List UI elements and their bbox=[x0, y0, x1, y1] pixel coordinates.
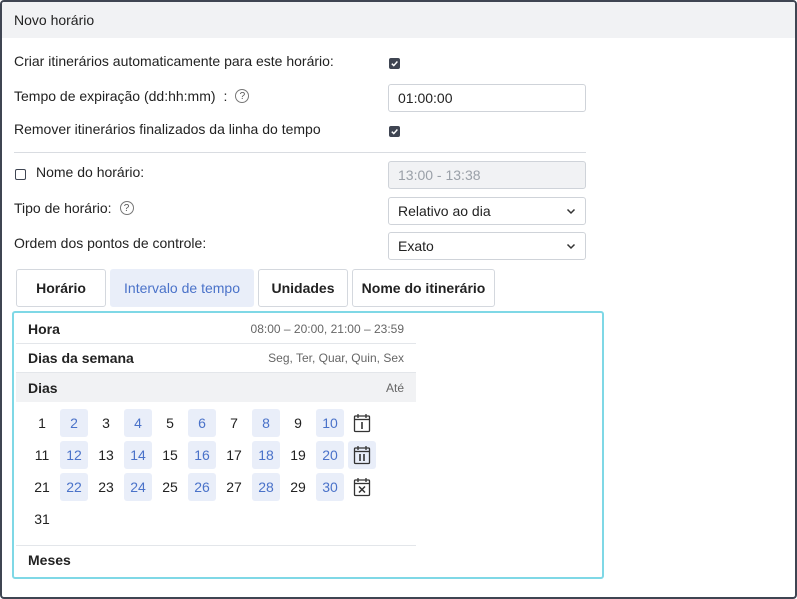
day-16[interactable]: 16 bbox=[188, 441, 216, 469]
schedule-name-checkbox[interactable] bbox=[15, 169, 26, 180]
days-row[interactable]: Dias Até bbox=[16, 373, 416, 402]
day-23[interactable]: 23 bbox=[92, 473, 120, 501]
schedule-name-row: Nome do horário: bbox=[36, 164, 144, 180]
auto-create-row: Criar itinerários automaticamente para e… bbox=[14, 53, 334, 69]
tab-bar: Horário Intervalo de tempo Unidades Nome… bbox=[16, 269, 495, 307]
schedule-name-value: 13:00 - 13:38 bbox=[398, 167, 481, 183]
help-icon[interactable]: ? bbox=[119, 201, 134, 215]
day-10[interactable]: 10 bbox=[316, 409, 344, 437]
months-row[interactable]: Meses bbox=[16, 545, 416, 574]
day-7[interactable]: 7 bbox=[220, 409, 248, 437]
day-14[interactable]: 14 bbox=[124, 441, 152, 469]
day-3[interactable]: 3 bbox=[92, 409, 120, 437]
tab-schedule[interactable]: Horário bbox=[16, 269, 106, 307]
days-value: Até bbox=[385, 380, 404, 395]
day-27[interactable]: 27 bbox=[220, 473, 248, 501]
day-20[interactable]: 20 bbox=[316, 441, 344, 469]
day-9[interactable]: 9 bbox=[284, 409, 312, 437]
time-interval-panel: Hora 08:00 – 20:00, 21:00 – 23:59 Dias d… bbox=[12, 311, 604, 579]
days-label: Dias bbox=[28, 379, 58, 396]
divider bbox=[14, 152, 586, 153]
schedule-type-select[interactable]: Relativo ao dia bbox=[388, 197, 586, 225]
weekdays-value: Seg, Ter, Quar, Quin, Sex bbox=[268, 351, 404, 365]
day-17[interactable]: 17 bbox=[220, 441, 248, 469]
schedule-type-row: Tipo de horário: ? bbox=[14, 200, 134, 216]
auto-create-checkbox[interactable] bbox=[389, 58, 400, 69]
help-icon[interactable]: ? bbox=[235, 89, 250, 103]
day-30[interactable]: 30 bbox=[316, 473, 344, 501]
checkpoint-order-select[interactable]: Exato bbox=[388, 232, 586, 260]
chevron-down-icon bbox=[566, 243, 576, 250]
day-19[interactable]: 19 bbox=[284, 441, 312, 469]
day-13[interactable]: 13 bbox=[92, 441, 120, 469]
tab-route-name[interactable]: Nome do itinerário bbox=[352, 269, 495, 307]
chevron-down-icon bbox=[566, 208, 576, 215]
hour-value: 08:00 – 20:00, 21:00 – 23:59 bbox=[250, 322, 404, 336]
day-25[interactable]: 25 bbox=[156, 473, 184, 501]
day-18[interactable]: 18 bbox=[252, 441, 280, 469]
checkpoint-order-label: Ordem dos pontos de controle: bbox=[14, 235, 207, 251]
calendar-even-icon[interactable] bbox=[348, 441, 376, 469]
hour-row[interactable]: Hora 08:00 – 20:00, 21:00 – 23:59 bbox=[16, 315, 416, 344]
calendar-clear-icon[interactable] bbox=[348, 473, 376, 501]
calendar-odd-icon[interactable] bbox=[348, 409, 376, 437]
day-24[interactable]: 24 bbox=[124, 473, 152, 501]
day-31[interactable]: 31 bbox=[28, 505, 56, 533]
day-26[interactable]: 26 bbox=[188, 473, 216, 501]
expiration-label: Tempo de expiração (dd:hh:mm) bbox=[14, 88, 216, 104]
day-4[interactable]: 4 bbox=[124, 409, 152, 437]
day-12[interactable]: 12 bbox=[60, 441, 88, 469]
day-2[interactable]: 2 bbox=[60, 409, 88, 437]
auto-create-label: Criar itinerários automaticamente para e… bbox=[14, 53, 334, 69]
day-1[interactable]: 1 bbox=[28, 409, 56, 437]
schedule-type-value: Relativo ao dia bbox=[398, 203, 491, 219]
dialog-title: Novo horário bbox=[14, 12, 95, 28]
weekdays-row[interactable]: Dias da semana Seg, Ter, Quar, Quin, Sex bbox=[16, 344, 416, 373]
expiration-row: Tempo de expiração (dd:hh:mm) : ? bbox=[14, 88, 250, 104]
tab-units[interactable]: Unidades bbox=[258, 269, 348, 307]
day-21[interactable]: 21 bbox=[28, 473, 56, 501]
day-5[interactable]: 5 bbox=[156, 409, 184, 437]
day-8[interactable]: 8 bbox=[252, 409, 280, 437]
day-11[interactable]: 11 bbox=[28, 441, 56, 469]
expiration-input[interactable]: 01:00:00 bbox=[388, 84, 586, 112]
expiration-value: 01:00:00 bbox=[398, 90, 453, 106]
day-29[interactable]: 29 bbox=[284, 473, 312, 501]
day-28[interactable]: 28 bbox=[252, 473, 280, 501]
dialog-header: Novo horário bbox=[2, 2, 795, 38]
remove-finished-checkbox[interactable] bbox=[389, 126, 400, 137]
checkpoint-order-row: Ordem dos pontos de controle: bbox=[14, 235, 206, 251]
schedule-name-input[interactable]: 13:00 - 13:38 bbox=[388, 161, 586, 189]
day-15[interactable]: 15 bbox=[156, 441, 184, 469]
expiration-colon: : bbox=[223, 88, 228, 104]
day-22[interactable]: 22 bbox=[60, 473, 88, 501]
tab-time-interval[interactable]: Intervalo de tempo bbox=[110, 269, 254, 307]
hour-label: Hora bbox=[28, 321, 60, 337]
schedule-type-label: Tipo de horário: bbox=[14, 200, 112, 216]
new-schedule-dialog: Novo horário Criar itinerários automatic… bbox=[0, 0, 797, 599]
day-6[interactable]: 6 bbox=[188, 409, 216, 437]
checkpoint-order-value: Exato bbox=[398, 238, 434, 254]
remove-finished-row: Remover itinerários finalizados da linha… bbox=[14, 121, 321, 137]
months-label: Meses bbox=[28, 552, 71, 568]
schedule-name-label: Nome do horário: bbox=[36, 164, 145, 180]
remove-finished-label: Remover itinerários finalizados da linha… bbox=[14, 121, 321, 137]
weekdays-label: Dias da semana bbox=[28, 350, 134, 366]
